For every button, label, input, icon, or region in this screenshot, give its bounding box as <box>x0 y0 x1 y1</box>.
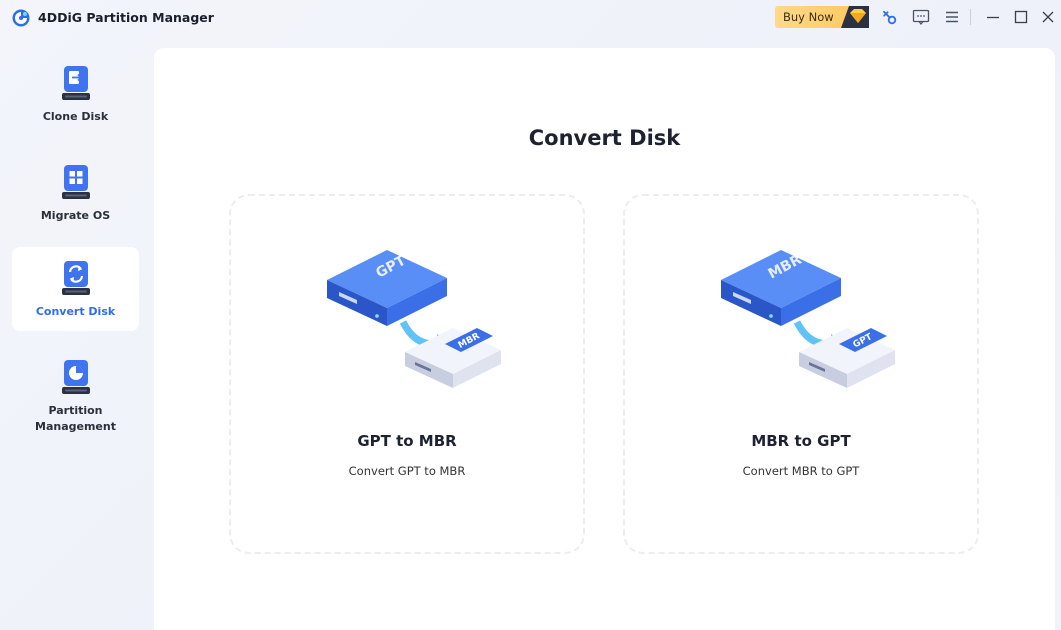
page-title: Convert Disk <box>528 126 681 150</box>
gpt-to-mbr-illustration: GPT MBR <box>327 250 501 388</box>
buy-now-label: Buy Now <box>783 10 834 24</box>
sidebar-item-label: Clone Disk <box>42 110 109 123</box>
partition-management-icon <box>61 360 90 394</box>
buy-now-button[interactable]: Buy Now <box>775 6 869 28</box>
card-title: MBR to GPT <box>751 432 851 450</box>
key-icon[interactable] <box>880 8 898 26</box>
card-title: GPT to MBR <box>357 432 457 450</box>
card-subtitle: Convert MBR to GPT <box>742 464 860 478</box>
maximize-icon[interactable] <box>1012 8 1030 26</box>
sidebar-item-label: Convert Disk <box>35 305 116 318</box>
menu-icon[interactable] <box>943 8 961 26</box>
title-bar: 4DDiG Partition Manager Buy Now <box>0 0 1061 36</box>
minimize-icon[interactable] <box>984 8 1002 26</box>
card-subtitle: Convert GPT to MBR <box>348 464 466 478</box>
sidebar: Clone Disk Migrate OS Convert Disk Parti… <box>0 36 154 630</box>
sidebar-item-partition-management[interactable]: Partition Management <box>12 346 139 450</box>
feedback-icon[interactable] <box>912 8 930 26</box>
gpt-to-mbr-card[interactable]: GPT MBR GPT to MBR Convert GPT to MBR <box>229 194 585 554</box>
diamond-icon <box>841 6 869 28</box>
convert-disk-icon <box>61 261 90 295</box>
sidebar-item-clone-disk[interactable]: Clone Disk <box>12 52 139 136</box>
sidebar-item-label: Partition Management <box>35 404 116 433</box>
titlebar-divider <box>970 9 971 25</box>
sidebar-item-label: Migrate OS <box>40 209 111 222</box>
sidebar-item-convert-disk[interactable]: Convert Disk <box>12 247 139 331</box>
sidebar-item-migrate-os[interactable]: Migrate OS <box>12 151 139 235</box>
clone-disk-icon <box>61 66 90 100</box>
migrate-os-icon <box>61 165 90 199</box>
main-panel: Convert Disk GPT MBR GPT to MBR Convert … <box>154 48 1055 630</box>
mbr-to-gpt-card[interactable]: MBR GPT MBR to GPT Convert MBR to GPT <box>623 194 979 554</box>
mbr-to-gpt-illustration: MBR GPT <box>721 250 895 388</box>
app-title: 4DDiG Partition Manager <box>38 10 214 25</box>
app-logo-icon <box>12 9 30 27</box>
close-icon[interactable] <box>1039 8 1057 26</box>
